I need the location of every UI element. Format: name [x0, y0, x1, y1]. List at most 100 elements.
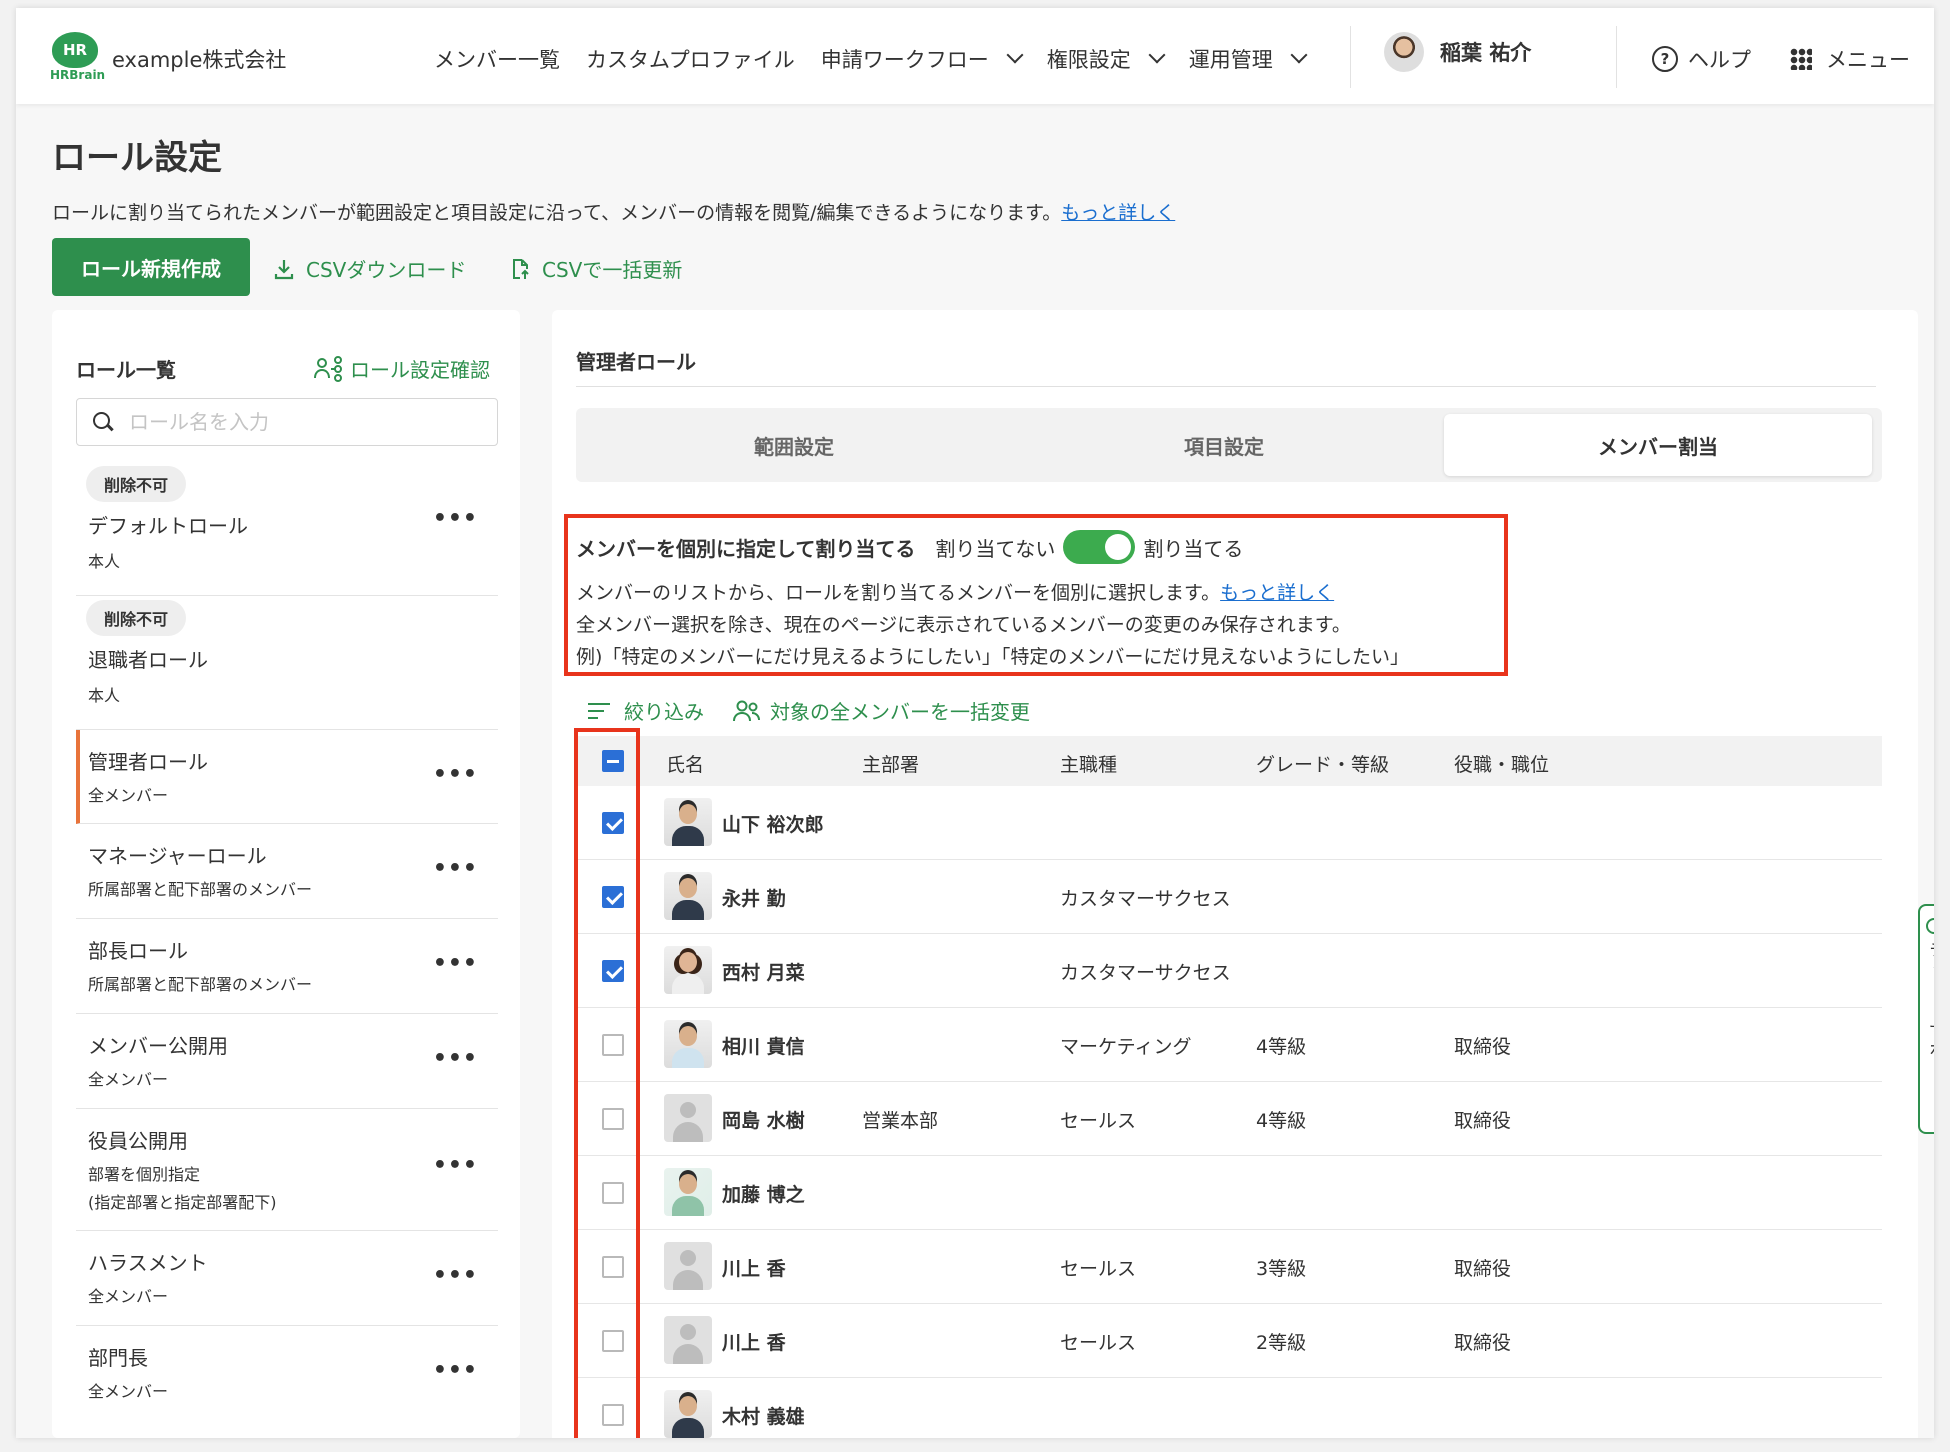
nav-label: メンバー一覧	[434, 48, 560, 72]
more-icon[interactable]: •••	[433, 951, 478, 976]
learn-more-link[interactable]: もっと詳しく	[1061, 202, 1175, 224]
toggle-off-label: 割り当てない	[935, 536, 1056, 561]
role-name: 退職者ロール	[88, 648, 208, 672]
filter-button[interactable]: 絞り込み	[588, 696, 704, 725]
role-item[interactable]: 削除不可 退職者ロール 本人	[76, 596, 498, 730]
create-role-button[interactable]: ロール新規作成	[52, 238, 250, 296]
role-item[interactable]: 部長ロール 所属部署と配下部署のメンバー •••	[76, 919, 498, 1014]
member-avatar	[664, 1390, 712, 1438]
user-menu[interactable]: 稲葉 祐介	[1384, 32, 1531, 72]
member-position: 取締役	[1454, 1258, 1512, 1280]
role-item[interactable]: 部門長 全メンバー •••	[76, 1326, 498, 1421]
nav-label: 運用管理	[1188, 48, 1273, 72]
member-position: 取締役	[1454, 1036, 1512, 1058]
assign-toggle[interactable]	[1063, 530, 1136, 564]
member-name[interactable]: 川上 香	[722, 1254, 786, 1281]
csv-download-button[interactable]: CSVダウンロード	[272, 254, 466, 283]
filter-label: 絞り込み	[624, 700, 704, 724]
role-item[interactable]: メンバー公開用 全メンバー •••	[76, 1014, 498, 1109]
more-icon[interactable]: •••	[433, 506, 478, 531]
member-name[interactable]: 山下 裕次郎	[722, 810, 824, 837]
tab-field-settings[interactable]: 項目設定	[1012, 414, 1436, 476]
chevron-down-icon	[1006, 46, 1024, 64]
role-scope: 全メンバー	[88, 786, 169, 805]
member-row[interactable]: 川上 香 セールス 2等級 取締役	[576, 1304, 1882, 1378]
role-item[interactable]: 削除不可 デフォルトロール 本人 •••	[76, 462, 498, 596]
more-icon[interactable]: •••	[433, 856, 478, 881]
member-name[interactable]: 永井 勤	[722, 884, 786, 911]
member-row[interactable]: 加藤 博之	[576, 1156, 1882, 1230]
member-row[interactable]: 岡島 水樹 営業本部 セールス 4等級 取締役	[576, 1082, 1882, 1156]
member-name[interactable]: 相川 貴信	[722, 1032, 805, 1059]
more-icon[interactable]: •••	[433, 1153, 478, 1178]
member-avatar	[664, 946, 712, 994]
column-header-job-type[interactable]: 主職種	[1060, 750, 1117, 777]
menu-button[interactable]: メニュー	[1790, 44, 1910, 74]
nav-operations[interactable]: 運用管理	[1188, 44, 1308, 74]
help-label: ヘルプ	[1688, 48, 1751, 72]
nav-member-list[interactable]: メンバー一覧	[434, 44, 560, 74]
member-avatar	[664, 872, 712, 920]
member-name[interactable]: 西村 月菜	[722, 958, 805, 985]
more-icon[interactable]: •••	[433, 1046, 478, 1071]
tab-member-assignment[interactable]: メンバー割当	[1444, 414, 1872, 476]
more-icon[interactable]: •••	[433, 1263, 478, 1288]
bulk-change-button[interactable]: 対象の全メンバーを一括変更	[732, 696, 1030, 725]
nav-custom-profile[interactable]: カスタムプロファイル	[586, 44, 795, 74]
confirm-label: ロール設定確認	[350, 358, 490, 382]
nav-workflow[interactable]: 申請ワークフロー	[821, 44, 1024, 74]
member-name[interactable]: 木村 義雄	[722, 1402, 805, 1429]
more-icon[interactable]: •••	[433, 1358, 478, 1383]
app-window: HR HRBrain example株式会社 メンバー一覧 カスタムプロファイル…	[16, 8, 1934, 1438]
header-divider	[1350, 26, 1351, 88]
chat-support-label: チャットサポート	[1926, 940, 1934, 1100]
member-position: 取締役	[1454, 1110, 1512, 1132]
info-learn-more-link[interactable]: もっと詳しく	[1220, 582, 1334, 604]
tab-scope-settings[interactable]: 範囲設定	[582, 414, 1006, 476]
user-name: 稲葉 祐介	[1440, 41, 1532, 65]
help-button[interactable]: ? ヘルプ	[1652, 44, 1751, 74]
member-avatar	[664, 1316, 712, 1364]
logo-mark: HR	[52, 32, 98, 68]
role-item[interactable]: 役員公開用 部署を個別指定 (指定部署と指定部署配下) •••	[76, 1109, 498, 1231]
member-row[interactable]: 川上 香 セールス 3等級 取締役	[576, 1230, 1882, 1304]
assignment-info-line: 全メンバー選択を除き、現在のページに表示されているメンバーの変更のみ保存されます…	[576, 614, 1351, 636]
member-name[interactable]: 川上 香	[722, 1328, 786, 1355]
top-header: HR HRBrain example株式会社 メンバー一覧 カスタムプロファイル…	[16, 8, 1934, 104]
member-grade: 3等級	[1256, 1258, 1307, 1280]
role-item-active[interactable]: 管理者ロール 全メンバー •••	[76, 730, 498, 824]
role-scope-detail: (指定部署と指定部署配下)	[88, 1193, 277, 1212]
column-header-position[interactable]: 役職・職位	[1454, 750, 1549, 777]
member-row[interactable]: 西村 月菜 カスタマーサクセス	[576, 934, 1882, 1008]
page-description: ロールに割り当てられたメンバーが範囲設定と項目設定に沿って、メンバーの情報を閲覧…	[52, 198, 1175, 225]
role-settings-confirm-link[interactable]: ロール設定確認	[314, 354, 490, 383]
table-actions: 絞り込み 対象の全メンバーを一括変更	[588, 696, 1058, 725]
role-item[interactable]: マネージャーロール 所属部署と配下部署のメンバー •••	[76, 824, 498, 919]
role-name: デフォルトロール	[88, 514, 248, 538]
member-name[interactable]: 岡島 水樹	[722, 1106, 805, 1133]
member-name[interactable]: 加藤 博之	[722, 1180, 805, 1207]
chat-support-tab[interactable]: チャットサポート	[1918, 904, 1934, 1134]
header-divider	[1616, 26, 1617, 88]
member-job-type: セールス	[1060, 1258, 1137, 1280]
more-icon[interactable]: •••	[433, 762, 478, 787]
detail-tabs: 範囲設定 項目設定 メンバー割当	[576, 408, 1882, 482]
role-item[interactable]: ハラスメント 全メンバー •••	[76, 1231, 498, 1326]
member-row[interactable]: 相川 貴信 マーケティング 4等級 取締役	[576, 1008, 1882, 1082]
member-job-type: マーケティング	[1060, 1036, 1192, 1058]
member-row[interactable]: 山下 裕次郎	[576, 786, 1882, 860]
role-scope: 全メンバー	[88, 1287, 169, 1306]
help-icon: ?	[1652, 46, 1678, 72]
member-row[interactable]: 永井 勤 カスタマーサクセス	[576, 860, 1882, 934]
member-row[interactable]: 木村 義雄	[576, 1378, 1882, 1438]
column-header-department[interactable]: 主部署	[862, 750, 919, 777]
role-name: メンバー公開用	[88, 1034, 228, 1058]
csv-bulk-update-button[interactable]: CSVで一括更新	[508, 254, 682, 283]
role-scope: 全メンバー	[88, 1382, 169, 1401]
column-header-name[interactable]: 氏名	[666, 750, 704, 777]
nav-permissions[interactable]: 権限設定	[1047, 44, 1166, 74]
column-header-grade[interactable]: グレード・等級	[1256, 750, 1389, 777]
hrbrain-logo[interactable]: HR HRBrain	[50, 32, 105, 84]
member-job-type: セールス	[1060, 1110, 1137, 1132]
role-search-input[interactable]	[129, 410, 489, 434]
